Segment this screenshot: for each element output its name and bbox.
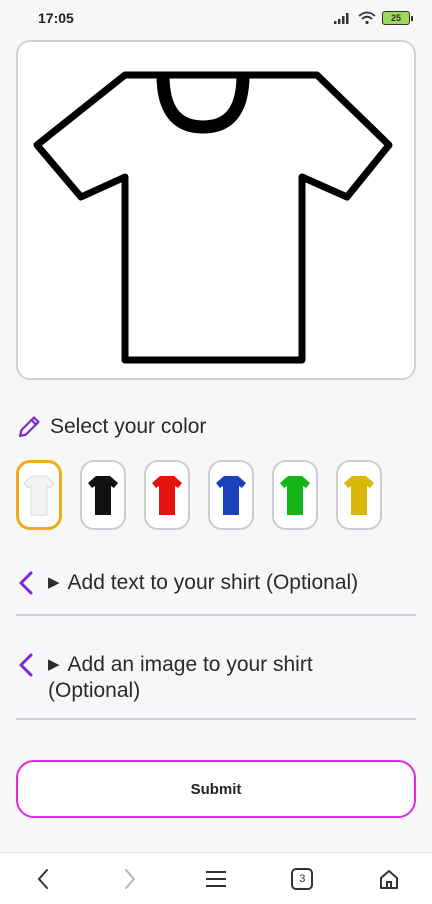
chevron-right-icon [124, 868, 135, 889]
menu-button[interactable] [196, 859, 236, 899]
swatch-white[interactable] [16, 460, 62, 530]
tshirt-green-icon [280, 476, 310, 515]
accordion-add-image[interactable]: ▶ Add an image to your shirt (Optional) [16, 652, 416, 720]
pencil-icon [18, 416, 40, 438]
accordion-add-text-title: ▶ Add text to your shirt (Optional) [48, 570, 358, 596]
status-time: 17:05 [38, 10, 74, 26]
chevron-left-icon [16, 652, 38, 682]
status-bar: 17:05 25 [0, 0, 432, 36]
battery-icon: 25 [382, 11, 413, 25]
home-icon [379, 869, 398, 889]
swatch-yellow[interactable] [336, 460, 382, 530]
tabs-icon: 3 [291, 867, 314, 890]
tshirt-blue-icon [216, 476, 246, 515]
chevron-left-icon [37, 868, 49, 889]
tshirt-white-icon [23, 475, 55, 516]
swatch-blue[interactable] [208, 460, 254, 530]
tshirt-red-icon [152, 476, 182, 515]
swatch-black[interactable] [80, 460, 126, 530]
accordion-add-image-title: ▶ Add an image to your shirt (Optional) [48, 652, 388, 704]
tabs-button[interactable]: 3 [282, 859, 322, 899]
menu-icon [205, 870, 226, 887]
shirt-preview [16, 40, 416, 380]
tshirt-outline-icon [33, 71, 393, 364]
tshirt-black-icon [88, 476, 118, 515]
swatch-red[interactable] [144, 460, 190, 530]
tshirt-yellow-icon [344, 476, 374, 515]
accordion-add-text-label: Add text to your shirt (Optional) [67, 571, 359, 594]
accordion-add-image-label: Add an image to your shirt (Optional) [48, 653, 313, 702]
color-section-header: Select your color [16, 414, 206, 440]
browser-nav-bar: 3 [0, 852, 432, 904]
swatch-green[interactable] [272, 460, 318, 530]
tab-count: 3 [299, 872, 306, 885]
disclosure-triangle-icon: ▶ [48, 574, 60, 591]
color-swatches [16, 460, 382, 530]
home-button[interactable] [369, 859, 409, 899]
wifi-icon [358, 11, 376, 25]
disclosure-triangle-icon: ▶ [48, 656, 60, 673]
submit-button[interactable]: Submit [16, 760, 416, 818]
chevron-left-icon [16, 570, 38, 600]
status-icons: 25 [334, 11, 413, 25]
accordion-add-text[interactable]: ▶ Add text to your shirt (Optional) [16, 570, 416, 616]
back-button[interactable] [23, 859, 63, 899]
color-section-title: Select your color [50, 415, 207, 438]
signal-icon [334, 13, 349, 24]
forward-button[interactable] [110, 859, 150, 899]
